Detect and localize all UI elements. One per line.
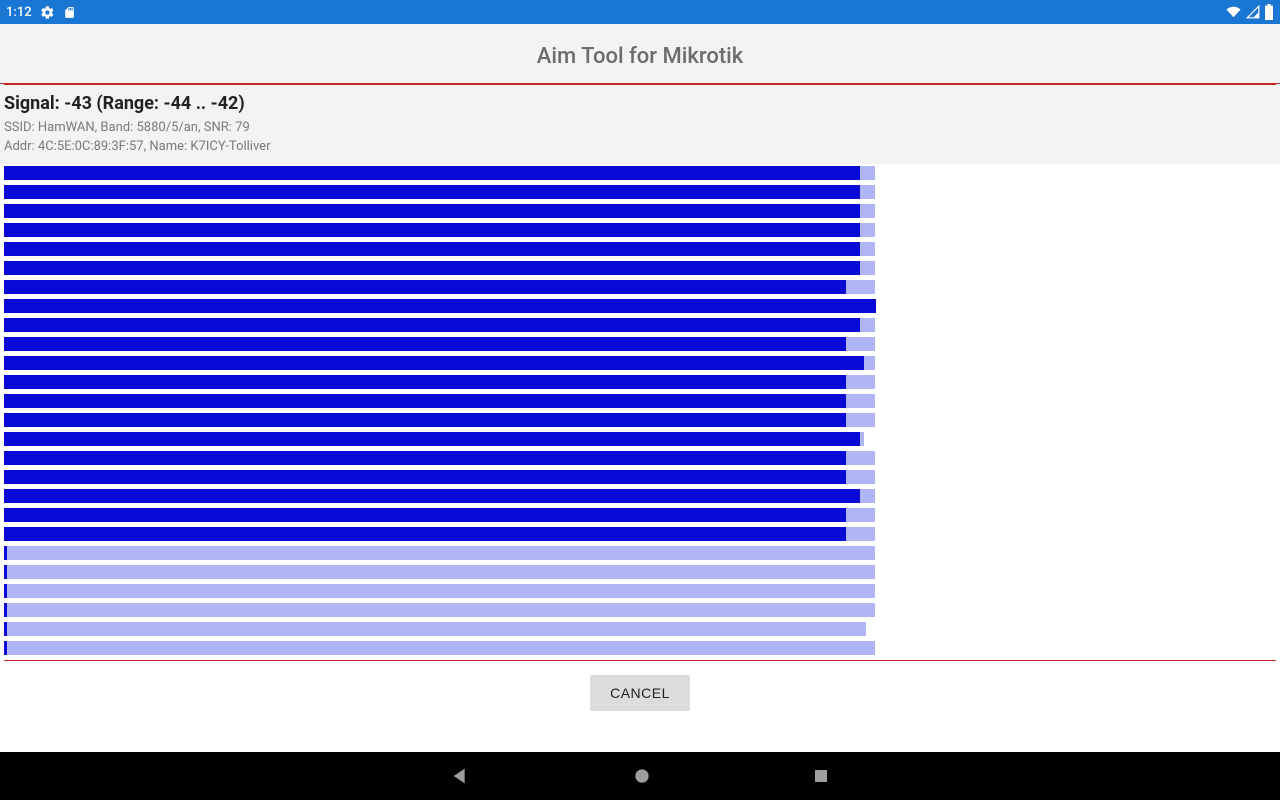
signal-bar-row bbox=[4, 432, 875, 446]
sd-card-icon bbox=[63, 5, 76, 20]
signal-bar-row bbox=[4, 413, 875, 427]
signal-bar-fill bbox=[4, 394, 846, 408]
signal-bar-row bbox=[4, 546, 875, 560]
signal-bar-row bbox=[4, 508, 875, 522]
signal-bar-row bbox=[4, 318, 875, 332]
signal-bar-fill bbox=[4, 470, 846, 484]
dialog-header: Aim Tool for Mikrotik bbox=[0, 24, 1280, 84]
signal-bar-row bbox=[4, 185, 875, 199]
signal-bar-tick bbox=[4, 584, 7, 598]
signal-bars-chart bbox=[0, 164, 1280, 655]
signal-bar-fill bbox=[4, 185, 860, 199]
signal-bar-bg bbox=[4, 622, 866, 636]
signal-bar-row bbox=[4, 280, 875, 294]
signal-info: Signal: -43 (Range: -44 .. -42) SSID: Ha… bbox=[0, 85, 1280, 164]
nav-back-icon[interactable] bbox=[450, 765, 472, 787]
signal-bar-row bbox=[4, 261, 875, 275]
signal-bar-fill bbox=[4, 223, 860, 237]
signal-bar-row bbox=[4, 223, 875, 237]
wifi-icon bbox=[1225, 5, 1242, 19]
signal-bar-fill bbox=[4, 242, 860, 256]
signal-bar-fill bbox=[4, 508, 846, 522]
android-nav-bar bbox=[0, 752, 1280, 800]
signal-bar-bg bbox=[4, 565, 875, 579]
addr-name: Addr: 4C:5E:0C:89:3F:57, Name: K7ICY-Tol… bbox=[4, 139, 1276, 154]
signal-bar-tick bbox=[4, 641, 7, 655]
signal-bar-row bbox=[4, 375, 875, 389]
signal-bar-row bbox=[4, 641, 875, 655]
ssid-band-snr: SSID: HamWAN, Band: 5880/5/an, SNR: 79 bbox=[4, 120, 1276, 135]
signal-bar-fill bbox=[4, 299, 876, 313]
signal-bar-tick bbox=[4, 565, 7, 579]
dialog-buttons: CANCEL bbox=[0, 661, 1280, 725]
signal-bar-fill bbox=[4, 204, 860, 218]
signal-bar-row bbox=[4, 622, 875, 636]
signal-bar-fill bbox=[4, 261, 860, 275]
signal-bar-row bbox=[4, 527, 875, 541]
signal-bar-row bbox=[4, 356, 875, 370]
signal-bar-row bbox=[4, 242, 875, 256]
battery-icon bbox=[1264, 4, 1274, 20]
signal-bar-fill bbox=[4, 527, 846, 541]
cancel-button[interactable]: CANCEL bbox=[590, 675, 690, 711]
signal-bar-fill bbox=[4, 166, 860, 180]
signal-bar-row bbox=[4, 565, 875, 579]
signal-bar-fill bbox=[4, 451, 846, 465]
signal-bar-fill bbox=[4, 318, 860, 332]
signal-bar-row bbox=[4, 470, 875, 484]
cell-signal-icon bbox=[1246, 5, 1260, 19]
status-bar: 1:12 bbox=[0, 0, 1280, 24]
signal-bar-bg bbox=[4, 603, 875, 617]
dialog-title: Aim Tool for Mikrotik bbox=[0, 24, 1280, 83]
signal-bar-bg bbox=[4, 584, 875, 598]
signal-bar-tick bbox=[4, 622, 7, 636]
signal-bar-fill bbox=[4, 337, 846, 351]
signal-bar-fill bbox=[4, 356, 864, 370]
nav-home-icon[interactable] bbox=[632, 766, 652, 786]
nav-recent-icon[interactable] bbox=[812, 767, 830, 785]
signal-bar-tick bbox=[4, 546, 7, 560]
signal-bar-row bbox=[4, 584, 875, 598]
signal-bar-fill bbox=[4, 413, 846, 427]
signal-value: Signal: -43 (Range: -44 .. -42) bbox=[4, 93, 1276, 114]
signal-bar-row bbox=[4, 451, 875, 465]
signal-bar-row bbox=[4, 204, 875, 218]
signal-bar-row bbox=[4, 489, 875, 503]
signal-bar-fill bbox=[4, 489, 860, 503]
signal-bar-tick bbox=[4, 603, 7, 617]
signal-bar-fill bbox=[4, 375, 846, 389]
signal-bar-row bbox=[4, 166, 875, 180]
signal-bar-row bbox=[4, 603, 875, 617]
gear-icon bbox=[40, 5, 55, 20]
signal-bar-row bbox=[4, 394, 875, 408]
signal-bar-row bbox=[4, 337, 875, 351]
signal-bar-fill bbox=[4, 432, 860, 446]
signal-bar-bg bbox=[4, 546, 875, 560]
signal-bar-bg bbox=[4, 641, 875, 655]
signal-bar-row bbox=[4, 299, 875, 313]
status-time: 1:12 bbox=[6, 5, 32, 20]
signal-bar-fill bbox=[4, 280, 846, 294]
